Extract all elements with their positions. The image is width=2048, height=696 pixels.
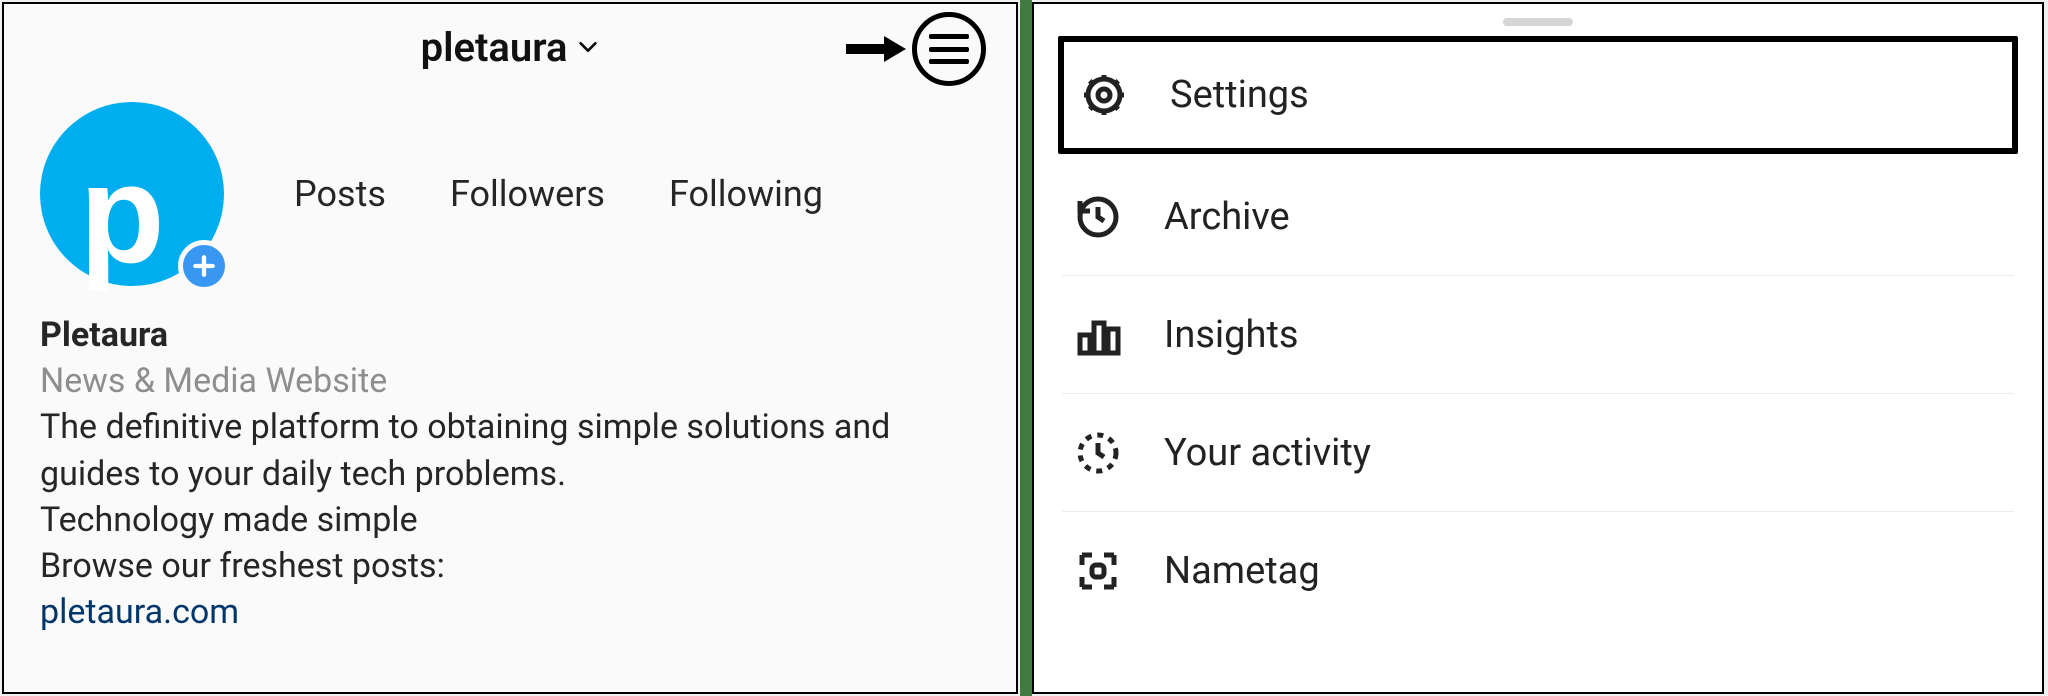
bio-line-1: The definitive platform to obtaining sim… <box>40 404 980 496</box>
profile-screen: pletaura p <box>2 2 1018 694</box>
display-name: Pletaura <box>40 312 980 358</box>
add-story-badge[interactable] <box>178 240 230 292</box>
profile-stats: Posts Followers Following <box>294 173 823 215</box>
hamburger-icon <box>929 34 969 64</box>
avatar-letter: p <box>79 144 165 284</box>
profile-header: pletaura <box>4 4 1016 90</box>
username-switcher[interactable]: pletaura <box>421 24 600 71</box>
stat-followers[interactable]: Followers <box>450 173 605 215</box>
stat-posts[interactable]: Posts <box>294 173 386 215</box>
gear-icon <box>1078 69 1130 121</box>
username-label: pletaura <box>421 24 568 71</box>
menu-label: Insights <box>1164 313 1298 357</box>
menu-button-callout <box>844 12 986 86</box>
profile-bio: Pletaura News & Media Website The defini… <box>4 296 1016 636</box>
insights-icon <box>1072 309 1124 361</box>
arrow-right-icon <box>844 34 906 64</box>
avatar-container[interactable]: p <box>40 102 224 286</box>
chevron-down-icon <box>577 36 599 58</box>
options-sheet: Settings Archive Insights Your activity <box>1032 2 2044 694</box>
account-category: News & Media Website <box>40 358 980 404</box>
stat-following[interactable]: Following <box>669 173 823 215</box>
activity-icon <box>1072 427 1124 479</box>
menu-item-nametag[interactable]: Nametag <box>1062 512 2014 630</box>
menu-item-archive[interactable]: Archive <box>1062 158 2014 276</box>
menu-item-your-activity[interactable]: Your activity <box>1062 394 2014 512</box>
screenshot-divider <box>1020 0 1032 696</box>
options-menu: Settings Archive Insights Your activity <box>1034 36 2042 630</box>
menu-label: Your activity <box>1164 431 1371 475</box>
menu-item-settings[interactable]: Settings <box>1058 36 2018 154</box>
menu-label: Nametag <box>1164 549 1320 593</box>
menu-label: Archive <box>1164 195 1290 239</box>
bio-line-3: Browse our freshest posts: <box>40 543 980 589</box>
menu-label: Settings <box>1170 73 1309 117</box>
bio-link[interactable]: pletaura.com <box>40 589 980 635</box>
archive-icon <box>1072 191 1124 243</box>
plus-icon <box>191 253 217 279</box>
sheet-handle[interactable] <box>1503 18 1573 26</box>
menu-item-insights[interactable]: Insights <box>1062 276 2014 394</box>
nametag-icon <box>1072 545 1124 597</box>
profile-summary-row: p Posts Followers Following <box>4 90 1016 296</box>
bio-line-2: Technology made simple <box>40 497 980 543</box>
menu-button[interactable] <box>912 12 986 86</box>
